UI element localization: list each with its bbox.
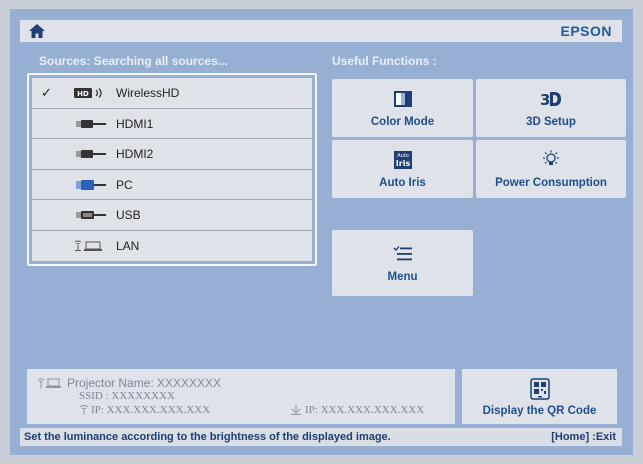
sources-list: ✓ HD WirelessHD HDMI1 HDMI2 PC USB LAN: [32, 78, 312, 261]
exit-hint: [Home] :Exit: [551, 431, 616, 443]
source-item-usb[interactable]: USB: [32, 200, 312, 231]
pc-icon: [76, 179, 106, 190]
auto-iris-label: Auto Iris: [379, 177, 426, 189]
projector-screen: EPSON Sources: Searching all sources... …: [10, 9, 633, 455]
status-bar: Set the luminance according to the brigh…: [20, 428, 622, 446]
wirelesshd-icon: HD: [74, 88, 102, 98]
help-message: Set the luminance according to the brigh…: [24, 431, 391, 443]
color-mode-label: Color Mode: [370, 116, 435, 128]
wired-network-icon: [291, 405, 301, 415]
functions-heading: Useful Functions :: [332, 54, 437, 68]
menu-label: Menu: [387, 271, 418, 283]
wireless-icon: [79, 405, 89, 415]
source-item-lan[interactable]: LAN: [32, 231, 312, 262]
projector-name: Projector Name: XXXXXXXX: [67, 376, 222, 390]
source-label: HDMI1: [116, 116, 154, 131]
network-info-panel: Projector Name: XXXXXXXX SSID : XXXXXXXX…: [27, 369, 455, 424]
lan-icon: [37, 378, 61, 389]
3d-setup-label: 3D Setup: [526, 116, 576, 128]
source-label: LAN: [116, 238, 140, 253]
menu-button[interactable]: Menu: [332, 230, 473, 296]
source-label: USB: [116, 208, 141, 222]
brand-logo: EPSON: [560, 23, 612, 39]
power-consumption-button[interactable]: Power Consumption: [476, 140, 626, 198]
source-label: HDMI2: [116, 147, 154, 161]
3d-setup-button[interactable]: 3 3D Setup: [476, 79, 626, 137]
source-item-hdmi2[interactable]: HDMI2: [32, 139, 312, 170]
source-label: PC: [116, 177, 133, 192]
source-label: WirelessHD: [116, 86, 180, 100]
qr-code-icon: [529, 377, 550, 400]
svg-text:3: 3: [540, 91, 550, 108]
sources-panel: ✓ HD WirelessHD HDMI1 HDMI2 PC USB LAN: [27, 73, 317, 266]
title-bar: EPSON: [20, 20, 622, 42]
display-qr-code-button[interactable]: Display the QR Code: [462, 369, 617, 424]
menu-icon: [393, 246, 412, 261]
wired-ip: IP: XXX.XXX.XXX.XXX: [305, 404, 425, 416]
lan-icon: [74, 240, 102, 251]
qr-code-label: Display the QR Code: [482, 404, 597, 417]
auto-iris-button[interactable]: Auto Iris Auto Iris: [332, 140, 473, 198]
usb-icon: [76, 211, 106, 219]
ssid: SSID : XXXXXXXX: [79, 390, 175, 402]
source-item-hdmi1[interactable]: HDMI1: [32, 109, 312, 139]
color-mode-icon: [393, 91, 412, 107]
sources-heading: Sources: Searching all sources...: [39, 54, 228, 68]
hdmi-icon: [76, 150, 106, 158]
auto-iris-icon: Auto Iris: [393, 151, 412, 169]
svg-text:Iris: Iris: [395, 159, 410, 168]
source-item-pc[interactable]: PC: [32, 170, 312, 200]
source-item-wirelesshd[interactable]: ✓ HD WirelessHD: [32, 78, 312, 109]
wireless-ip: IP: XXX.XXX.XXX.XXX: [91, 404, 211, 416]
power-consumption-label: Power Consumption: [495, 177, 607, 189]
power-consumption-icon: [543, 150, 559, 165]
hdmi-icon: [76, 119, 106, 128]
selected-check-icon: ✓: [41, 85, 52, 100]
home-icon[interactable]: [28, 23, 46, 39]
3d-icon: 3: [540, 91, 561, 108]
svg-text:HD: HD: [77, 90, 89, 98]
color-mode-button[interactable]: Color Mode: [332, 79, 473, 137]
